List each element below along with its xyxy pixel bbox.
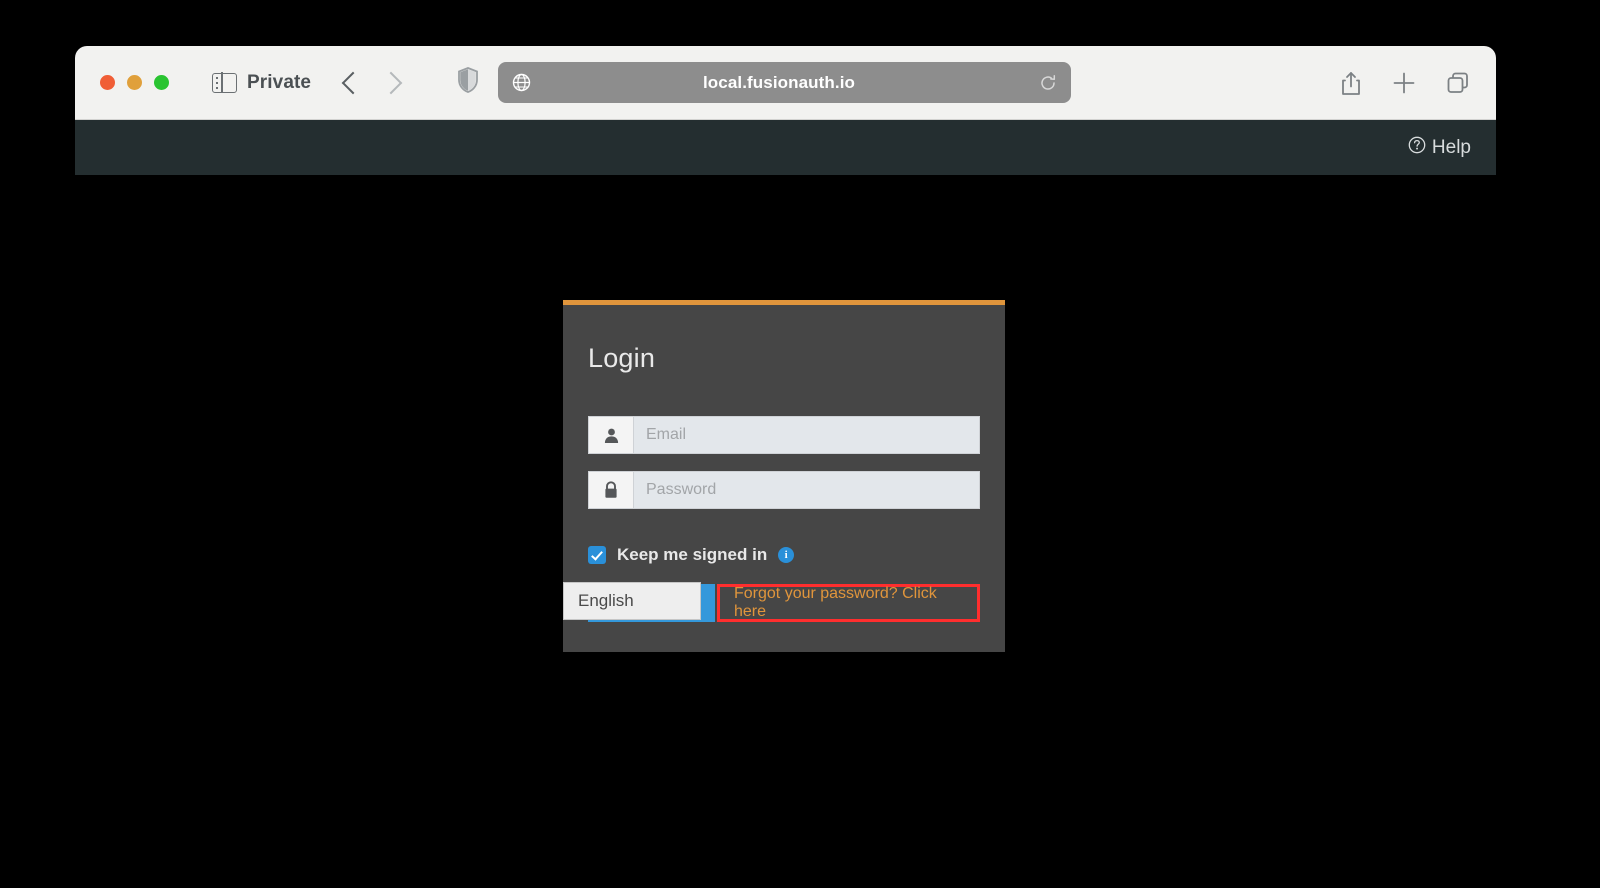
tab-overview-icon[interactable] [1446,71,1470,95]
close-window-button[interactable] [100,75,115,90]
window-controls [100,75,169,90]
email-field-row [588,416,980,454]
keep-signed-in-row: Keep me signed in i [588,545,980,565]
page-viewport: Help Login Email Keep me signed in i For… [75,120,1496,888]
app-header: Help [75,120,1496,175]
email-input[interactable] [633,416,980,454]
private-browsing-label: Private [247,71,312,93]
forward-arrow-icon[interactable] [379,71,403,94]
keep-signed-in-label: Keep me signed in [617,545,768,564]
question-circle-icon [1408,136,1426,160]
forgot-password-link[interactable]: Forgot your password? Click here [720,584,977,622]
browser-toolbar: Private local.fusionauth.io [75,46,1496,120]
sidebar-toggle-button[interactable]: Private [212,72,311,94]
address-bar-text: local.fusionauth.io [702,72,856,92]
screen: Private local.fusionauth.io Help Login E… [0,0,1600,888]
toolbar-right-actions [1340,46,1470,120]
forgot-password-highlight: Forgot your password? Click here [717,584,980,622]
password-input[interactable] [633,471,980,509]
language-selector-value: English [578,591,634,610]
help-label: Help [1431,136,1471,158]
plus-icon[interactable] [1392,71,1416,95]
browser-window: Private local.fusionauth.io Help Login E… [75,46,1496,888]
keep-signed-in-checkbox[interactable] [588,546,606,564]
reload-icon[interactable] [1039,74,1057,92]
maximize-window-button[interactable] [154,75,169,90]
help-link[interactable]: Help [1408,136,1471,160]
share-icon[interactable] [1340,71,1362,96]
password-field-row [588,471,980,509]
address-bar[interactable]: local.fusionauth.io [498,62,1071,103]
info-icon[interactable]: i [778,547,795,563]
privacy-shield-icon[interactable] [457,67,479,98]
language-selector[interactable]: English [563,582,701,620]
sidebar-toggle-icon [212,71,237,94]
minimize-window-button[interactable] [127,75,142,90]
back-arrow-icon[interactable] [341,71,365,94]
page-title: Login [588,343,656,373]
lock-icon [588,471,633,509]
user-icon [588,416,633,454]
navigation-arrows [341,71,403,94]
